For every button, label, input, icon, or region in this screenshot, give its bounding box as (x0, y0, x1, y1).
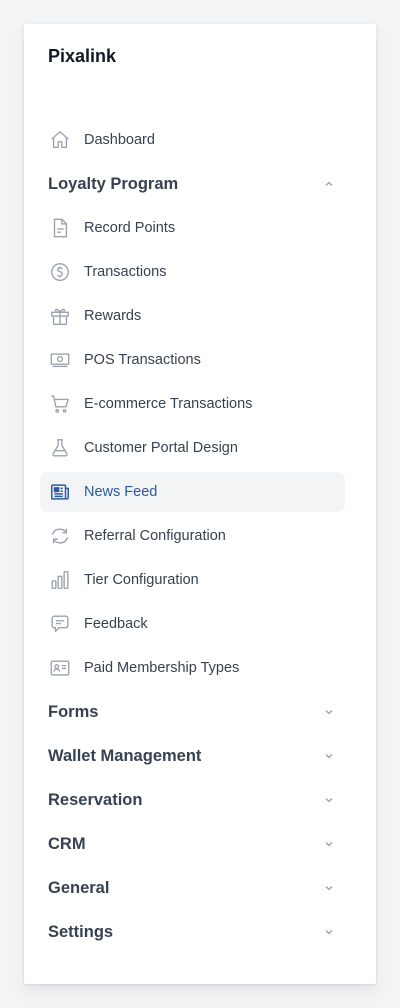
sidebar-item-rewards[interactable]: Rewards (40, 296, 345, 336)
section-crm[interactable]: CRM (40, 824, 345, 864)
sidebar-panel: Pixalink Dashboard Loyalty Program Recor… (24, 24, 376, 984)
sidebar-item-label: E-commerce Transactions (84, 396, 253, 412)
chevron-down-icon (321, 792, 337, 808)
section-label: Loyalty Program (48, 174, 179, 193)
beaker-icon (48, 436, 72, 460)
chevron-down-icon (321, 924, 337, 940)
sidebar-item-label: Dashboard (84, 132, 155, 148)
sidebar-item-label: Referral Configuration (84, 528, 226, 544)
section-label: Wallet Management (48, 746, 202, 765)
cash-icon (48, 348, 72, 372)
sidebar-item-pos-transactions[interactable]: POS Transactions (40, 340, 345, 380)
sidebar-item-label: News Feed (84, 484, 158, 500)
section-settings[interactable]: Settings (40, 912, 345, 952)
sidebar-item-transactions[interactable]: Transactions (40, 252, 345, 292)
section-label: CRM (48, 834, 86, 853)
brand-title: Pixalink (48, 46, 117, 66)
refresh-icon (48, 524, 72, 548)
sidebar-item-record-points[interactable]: Record Points (40, 208, 345, 248)
chevron-down-icon (321, 880, 337, 896)
section-label: Forms (48, 702, 99, 721)
sidebar-item-label: POS Transactions (84, 352, 201, 368)
bar-chart-icon (48, 568, 72, 592)
sidebar-item-label: Customer Portal Design (84, 440, 238, 456)
newspaper-icon (48, 480, 72, 504)
chevron-up-icon (321, 176, 337, 192)
sidebar-item-referral-configuration[interactable]: Referral Configuration (40, 516, 345, 556)
sidebar-item-customer-portal-design[interactable]: Customer Portal Design (40, 428, 345, 468)
sidebar-item-ecommerce-transactions[interactable]: E-commerce Transactions (40, 384, 345, 424)
section-general[interactable]: General (40, 868, 345, 908)
sidebar-item-dashboard[interactable]: Dashboard (40, 120, 345, 160)
section-label: Settings (48, 922, 114, 941)
section-label: Reservation (48, 790, 143, 809)
sidebar-item-label: Record Points (84, 220, 176, 236)
sidebar-item-label: Paid Membership Types (84, 660, 240, 676)
cart-icon (48, 392, 72, 416)
sidebar-item-label: Feedback (84, 616, 148, 632)
section-loyalty-program[interactable]: Loyalty Program (40, 164, 345, 204)
section-label: General (48, 878, 110, 897)
section-forms[interactable]: Forms (40, 692, 345, 732)
sidebar-item-news-feed[interactable]: News Feed (40, 472, 345, 512)
id-card-icon (48, 656, 72, 680)
document-icon (48, 216, 72, 240)
sidebar-item-label: Transactions (84, 264, 167, 280)
gift-icon (48, 304, 72, 328)
chevron-down-icon (321, 748, 337, 764)
sidebar-nav: Dashboard Loyalty Program Record Points … (40, 120, 345, 956)
section-wallet-management[interactable]: Wallet Management (40, 736, 345, 776)
section-reservation[interactable]: Reservation (40, 780, 345, 820)
chat-icon (48, 612, 72, 636)
sidebar-item-feedback[interactable]: Feedback (40, 604, 345, 644)
dollar-circle-icon (48, 260, 72, 284)
sidebar-item-tier-configuration[interactable]: Tier Configuration (40, 560, 345, 600)
sidebar-item-label: Tier Configuration (84, 572, 199, 588)
chevron-down-icon (321, 704, 337, 720)
sidebar-item-label: Rewards (84, 308, 142, 324)
home-icon (48, 128, 72, 152)
chevron-down-icon (321, 836, 337, 852)
sidebar-item-paid-membership-types[interactable]: Paid Membership Types (40, 648, 345, 688)
